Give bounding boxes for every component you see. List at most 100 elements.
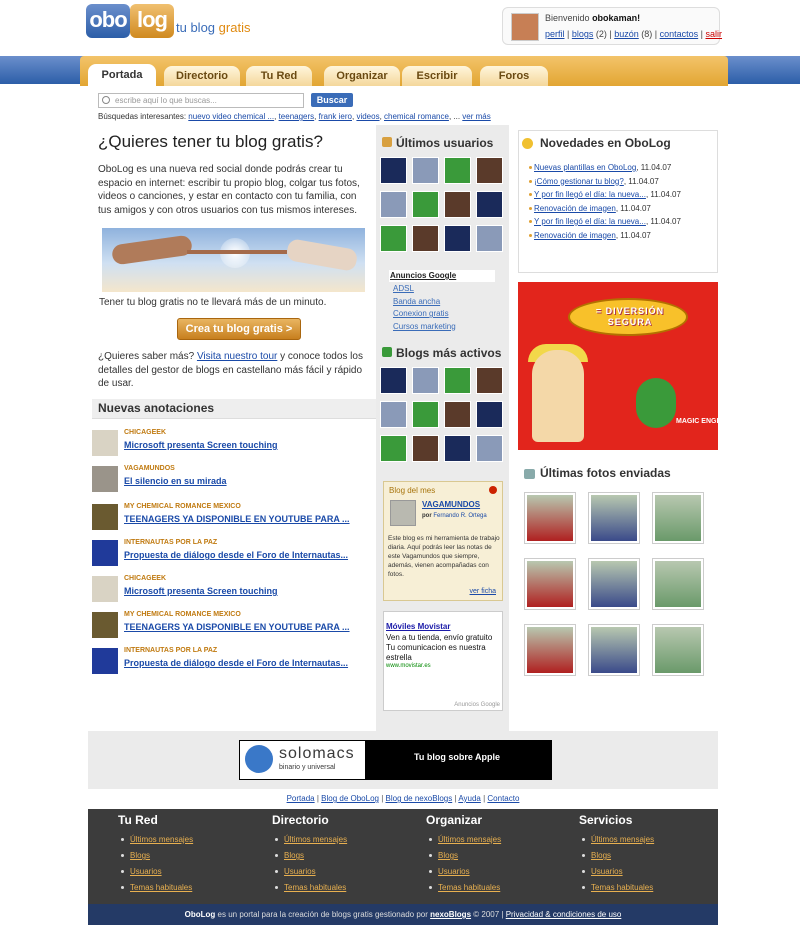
popular-search-link[interactable]: chemical romance [384,112,449,121]
popular-search-link[interactable]: videos [356,112,379,121]
footer-column-link[interactable]: Usuarios [429,867,470,876]
movistar-title[interactable]: Móviles Movistar [386,622,450,631]
news-link[interactable]: Nuevas plantillas en OboLog [534,163,636,172]
user-thumbnail[interactable] [412,225,439,252]
ad-link[interactable]: Conexion gratis [393,308,495,320]
note-thumbnail[interactable] [92,576,118,602]
user-thumbnail[interactable] [444,225,471,252]
footer-link[interactable]: Blog de OboLog [321,794,379,803]
photo-thumbnail[interactable] [652,558,704,610]
footer-column-link[interactable]: Temas habituales [274,883,346,892]
news-link[interactable]: Renovación de imagen [534,204,616,213]
photo-thumbnail[interactable] [652,624,704,676]
note-title[interactable]: Microsoft presenta Screen touching [124,440,278,450]
photo-thumbnail[interactable] [588,624,640,676]
user-thumbnail[interactable] [444,435,471,462]
note-author[interactable]: MY CHEMICAL ROMANCE MEXICO [124,611,241,618]
search-input[interactable]: escribe aquí lo que buscas... [98,93,304,108]
note-title[interactable]: El silencio en su mirada [124,476,227,486]
footer-link[interactable]: Contacto [487,794,519,803]
contacts-link[interactable]: contactos [660,29,699,39]
note-title[interactable]: TEENAGERS YA DISPONIBLE EN YOUTUBE PARA … [124,514,350,524]
footer-link[interactable]: Ayuda [458,794,481,803]
obolog-logo[interactable]: obo log [86,4,176,40]
user-thumbnail[interactable] [444,401,471,428]
botm-name[interactable]: VAGAMUNDOS [422,500,480,509]
note-author[interactable]: INTERNAUTAS POR LA PAZ [124,647,217,654]
user-thumbnail[interactable] [412,401,439,428]
user-thumbnail[interactable] [380,157,407,184]
note-title[interactable]: Propuesta de diálogo desde el Foro de In… [124,550,348,560]
ad-link[interactable]: ADSL [393,283,495,295]
footer-column-link[interactable]: Usuarios [275,867,316,876]
ad-link[interactable]: Cursos marketing [393,321,495,333]
photo-thumbnail[interactable] [524,558,576,610]
photo-thumbnail[interactable] [652,492,704,544]
note-author[interactable]: MY CHEMICAL ROMANCE MEXICO [124,503,241,510]
user-thumbnail[interactable] [412,435,439,462]
footer-link[interactable]: Portada [287,794,315,803]
note-author[interactable]: VAGAMUNDOS [124,465,175,472]
photo-thumbnail[interactable] [588,558,640,610]
user-thumbnail[interactable] [476,157,503,184]
note-thumbnail[interactable] [92,466,118,492]
news-link[interactable]: Y por fin llegó el día: la nueva... [534,190,646,199]
privacy-link[interactable]: Privacidad & condiciones de uso [506,910,622,919]
tab-foros[interactable]: Foros [480,66,548,86]
footer-column-link[interactable]: Últimos mensajes [581,835,654,844]
note-thumbnail[interactable] [92,612,118,638]
user-thumbnail[interactable] [380,401,407,428]
botm-avatar[interactable] [390,500,416,526]
footer-column-link[interactable]: Temas habituales [120,883,192,892]
view-profile-link[interactable]: ver ficha [470,588,496,595]
user-thumbnail[interactable] [380,191,407,218]
movistar-ad[interactable]: Móviles Movistar Ven a tu tienda, envío … [383,611,503,711]
footer-column-link[interactable]: Blogs [274,851,304,860]
news-link[interactable]: Y por fin llegó el día: la nueva... [534,217,646,226]
note-title[interactable]: TEENAGERS YA DISPONIBLE EN YOUTUBE PARA … [124,622,350,632]
note-thumbnail[interactable] [92,648,118,674]
user-thumbnail[interactable] [380,225,407,252]
user-thumbnail[interactable] [380,367,407,394]
user-thumbnail[interactable] [476,367,503,394]
user-thumbnail[interactable] [476,401,503,428]
nexoblogs-link[interactable]: nexoBlogs [430,910,471,919]
popular-search-link[interactable]: nuevo video chemical ... [188,112,274,121]
footer-column-link[interactable]: Usuarios [121,867,162,876]
profile-link[interactable]: perfil [545,29,565,39]
photo-thumbnail[interactable] [588,492,640,544]
note-thumbnail[interactable] [92,540,118,566]
note-author[interactable]: INTERNAUTAS POR LA PAZ [124,539,217,546]
note-title[interactable]: Propuesta de diálogo desde el Foro de In… [124,658,348,668]
tab-escribir[interactable]: Escribir [402,66,472,86]
photo-thumbnail[interactable] [524,624,576,676]
photo-thumbnail[interactable] [524,492,576,544]
tab-directorio[interactable]: Directorio [164,66,240,86]
ad-link[interactable]: Banda ancha [393,296,495,308]
user-thumbnail[interactable] [412,191,439,218]
tab-organizar[interactable]: Organizar [324,66,400,86]
footer-column-link[interactable]: Blogs [581,851,611,860]
footer-column-link[interactable]: Blogs [428,851,458,860]
footer-column-link[interactable]: Últimos mensajes [274,835,347,844]
user-thumbnail[interactable] [412,367,439,394]
footer-column-link[interactable]: Últimos mensajes [120,835,193,844]
news-link[interactable]: Renovación de imagen [534,231,616,240]
popular-search-link[interactable]: frank iero [319,112,352,121]
note-author[interactable]: CHICAGEEK [124,429,166,436]
note-title[interactable]: Microsoft presenta Screen touching [124,586,278,596]
note-author[interactable]: CHICAGEEK [124,575,166,582]
user-thumbnail[interactable] [476,191,503,218]
user-thumbnail[interactable] [476,225,503,252]
footer-column-link[interactable]: Temas habituales [428,883,500,892]
tab-tu-red[interactable]: Tu Red [246,66,312,86]
note-thumbnail[interactable] [92,504,118,530]
user-thumbnail[interactable] [444,157,471,184]
popular-search-link[interactable]: teenagers [279,112,315,121]
tour-link[interactable]: Visita nuestro tour [197,351,277,362]
tab-portada[interactable]: Portada [88,64,156,88]
footer-column-link[interactable]: Usuarios [582,867,623,876]
user-avatar[interactable] [511,13,539,41]
inbox-link[interactable]: buzón [614,29,639,39]
footer-column-link[interactable]: Temas habituales [581,883,653,892]
